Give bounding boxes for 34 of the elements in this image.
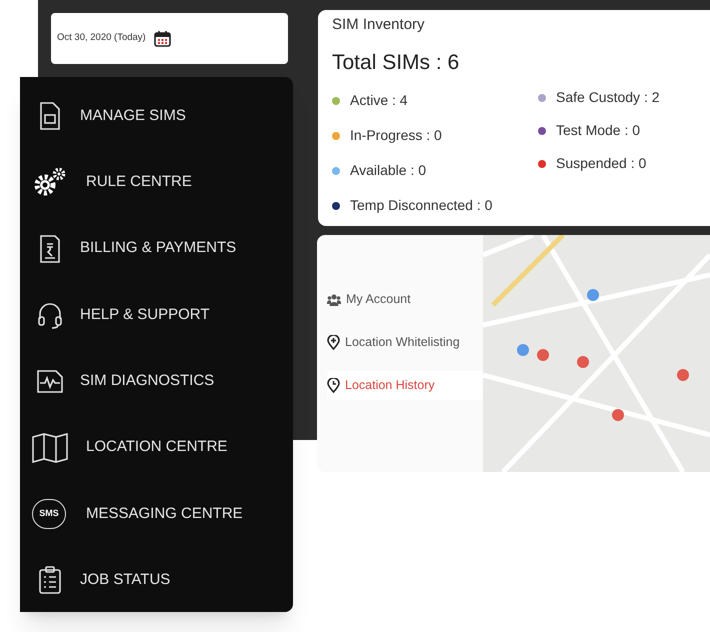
status-count: Active : 4	[350, 91, 408, 110]
menu-item[interactable]: MANAGE SIMS	[80, 104, 186, 128]
location-menu-item[interactable]: My Account	[327, 285, 483, 314]
menu-item[interactable]: RULE CENTRE	[80, 171, 192, 194]
menu-item[interactable]: JOB STATUS	[80, 568, 170, 592]
location-menu-item[interactable]: Location History	[327, 371, 483, 400]
card-title: SIM Inventory	[332, 15, 426, 35]
status-count: Test Mode : 0	[556, 121, 640, 140]
total-sims: Total SIMs : 6	[332, 50, 460, 76]
menu-item[interactable]: SIM DIAGNOSTICS	[80, 370, 214, 393]
users-icon	[327, 294, 341, 306]
menu-item[interactable]: HELP & SUPPORT	[80, 304, 210, 326]
bubble-text: SMS	[39, 507, 59, 520]
status-count: In-Progress : 0	[350, 126, 442, 145]
sim-card-icon	[39, 102, 61, 130]
clipboard-icon	[38, 566, 62, 594]
status-count: Available : 0	[350, 161, 426, 180]
headset-icon	[37, 301, 63, 330]
date-text: Oct 30, 2020 (Today)	[57, 31, 146, 46]
bill-icon	[39, 234, 61, 263]
status-count: Temp Disconnected : 0	[350, 196, 492, 215]
menu-item[interactable]: BILLING & PAYMENTS	[80, 237, 236, 260]
pin-plus-icon	[327, 335, 340, 350]
status-count: Suspended : 0	[556, 154, 646, 173]
status-count: Safe Custody : 2	[556, 88, 660, 107]
pulse-icon	[36, 368, 64, 394]
menu-item[interactable]: LOCATION CENTRE	[80, 436, 228, 459]
calendar-icon	[154, 30, 171, 47]
pin-clock-icon	[327, 378, 340, 393]
gears-icon	[32, 167, 68, 198]
date-field[interactable]: Oct 30, 2020 (Today)	[51, 13, 288, 64]
location-menu-item[interactable]: Location Whitelisting	[327, 328, 483, 357]
map-icon	[32, 432, 68, 463]
menu-item[interactable]: MESSAGING CENTRE	[78, 502, 243, 526]
